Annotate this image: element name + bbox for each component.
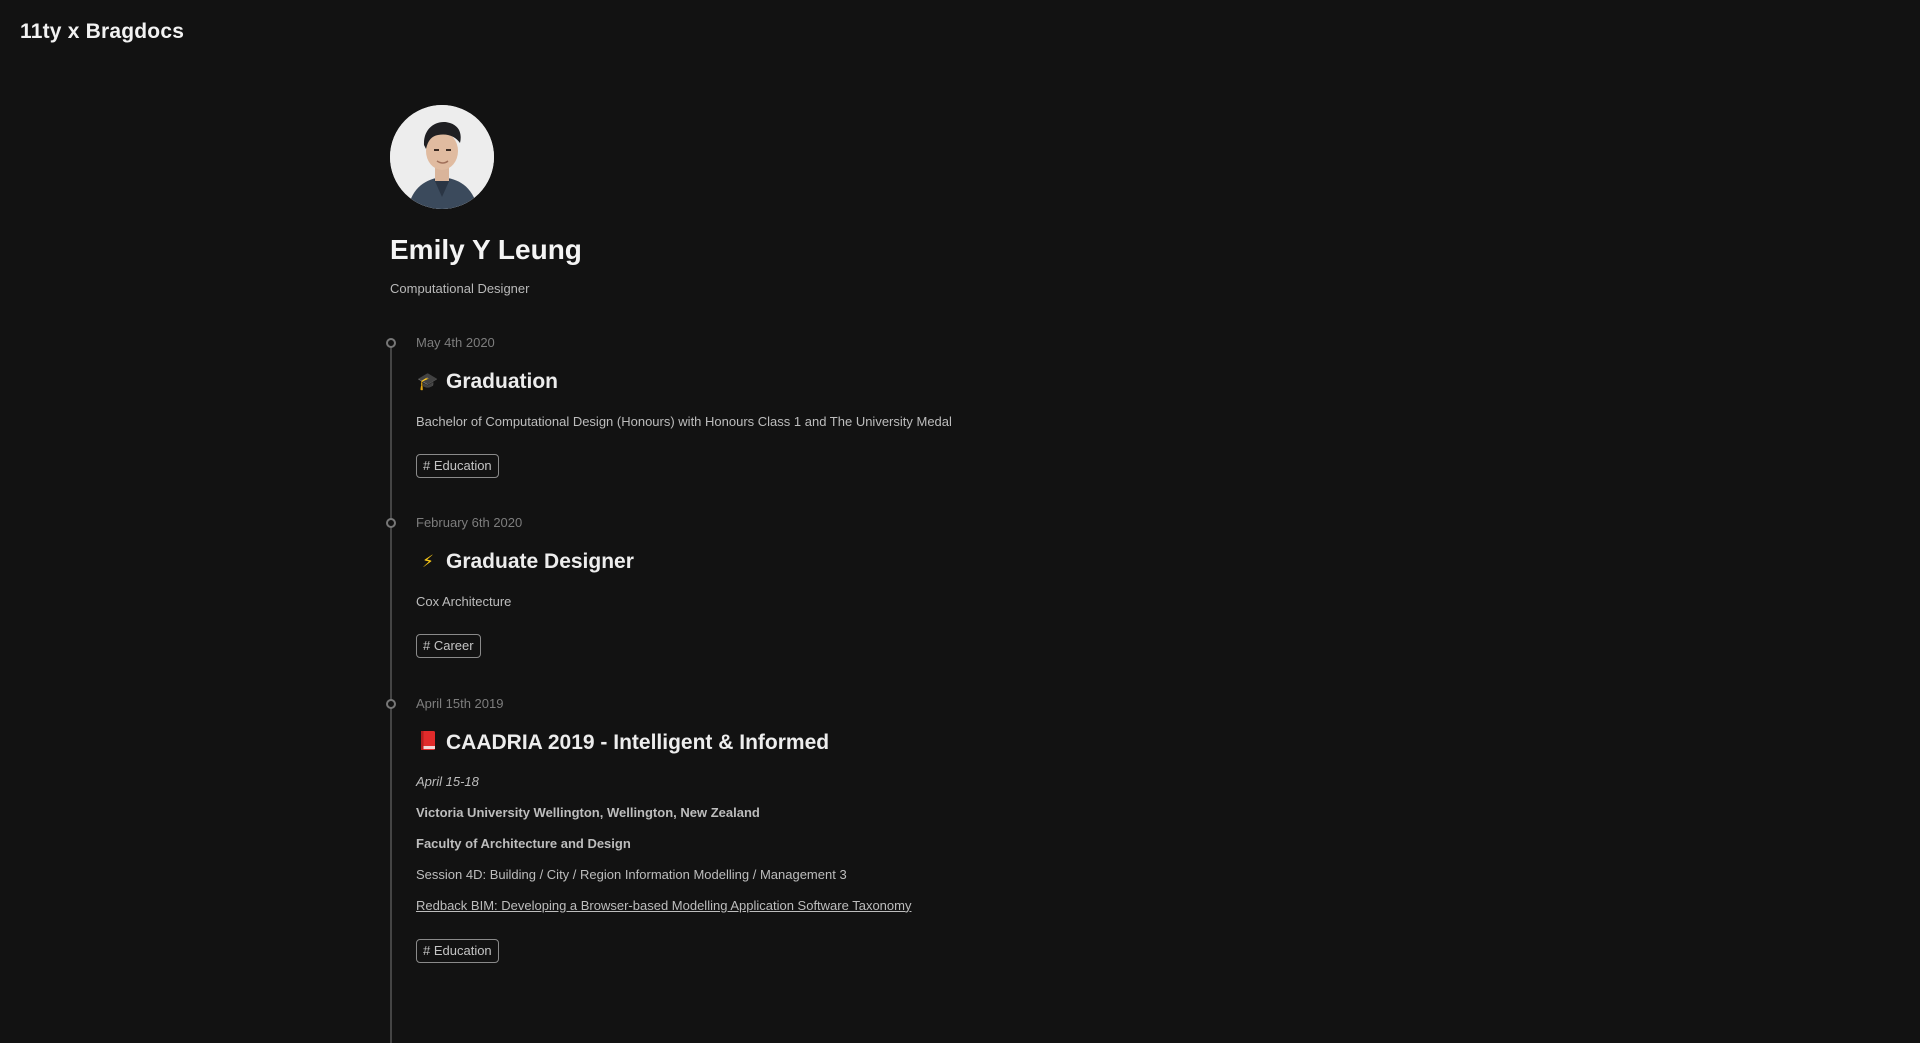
entry-date: April 15th 2019 — [416, 695, 504, 711]
entry-title: ⚡ Graduate Designer — [416, 550, 1290, 574]
timeline: May 4th 2020 🎓 Graduation Bachelor of Co… — [386, 334, 1290, 1043]
site-title[interactable]: 11ty x Bragdocs — [20, 20, 184, 44]
entry-title-text: Graduation — [446, 369, 559, 393]
entry-session: Session 4D: Building / City / Region Inf… — [416, 866, 847, 882]
entry-dates-line: April 15-18 — [416, 773, 479, 789]
entry-description: Cox Architecture — [416, 593, 512, 609]
tag-career[interactable]: # Career — [416, 633, 481, 658]
main-content: Emily Y Leung Computational Designer May… — [386, 105, 1290, 1043]
avatar — [390, 105, 494, 209]
profile-name: Emily Y Leung — [390, 234, 582, 265]
timeline-line — [390, 344, 392, 1043]
timeline-entry: April 15th 2019 CAADRIA 2019 - Intellige… — [386, 695, 1290, 963]
timeline-entry: February 6th 2020 ⚡ Graduate Designer Co… — [386, 514, 1290, 697]
entry-date: May 4th 2020 — [416, 334, 495, 350]
graduation-cap-icon: 🎓 — [417, 371, 439, 391]
entry-description: Bachelor of Computational Design (Honour… — [416, 413, 952, 429]
timeline-dot — [386, 337, 396, 348]
tag-education[interactable]: # Education — [416, 938, 499, 963]
timeline-dot — [386, 517, 396, 528]
tag-education[interactable]: # Education — [416, 453, 499, 478]
profile-role: Computational Designer — [390, 280, 530, 296]
profile-photo — [390, 105, 494, 209]
timeline-entry: May 4th 2020 🎓 Graduation Bachelor of Co… — [386, 334, 1290, 516]
entry-venue: Victoria University Wellington, Wellingt… — [416, 804, 760, 820]
entry-date: February 6th 2020 — [416, 514, 523, 530]
paper-link[interactable]: Redback BIM: Developing a Browser-based … — [416, 898, 911, 913]
entry-title: CAADRIA 2019 - Intelligent & Informed — [416, 730, 1290, 755]
entry-faculty: Faculty of Architecture and Design — [416, 835, 631, 851]
entry-title-text: Graduate Designer — [446, 549, 634, 573]
red-book-icon — [416, 730, 440, 755]
timeline-dot — [386, 698, 396, 709]
lightning-icon: ⚡ — [422, 551, 434, 571]
entry-title: 🎓 Graduation — [416, 370, 1290, 394]
entry-title-text: CAADRIA 2019 - Intelligent & Informed — [446, 730, 830, 754]
